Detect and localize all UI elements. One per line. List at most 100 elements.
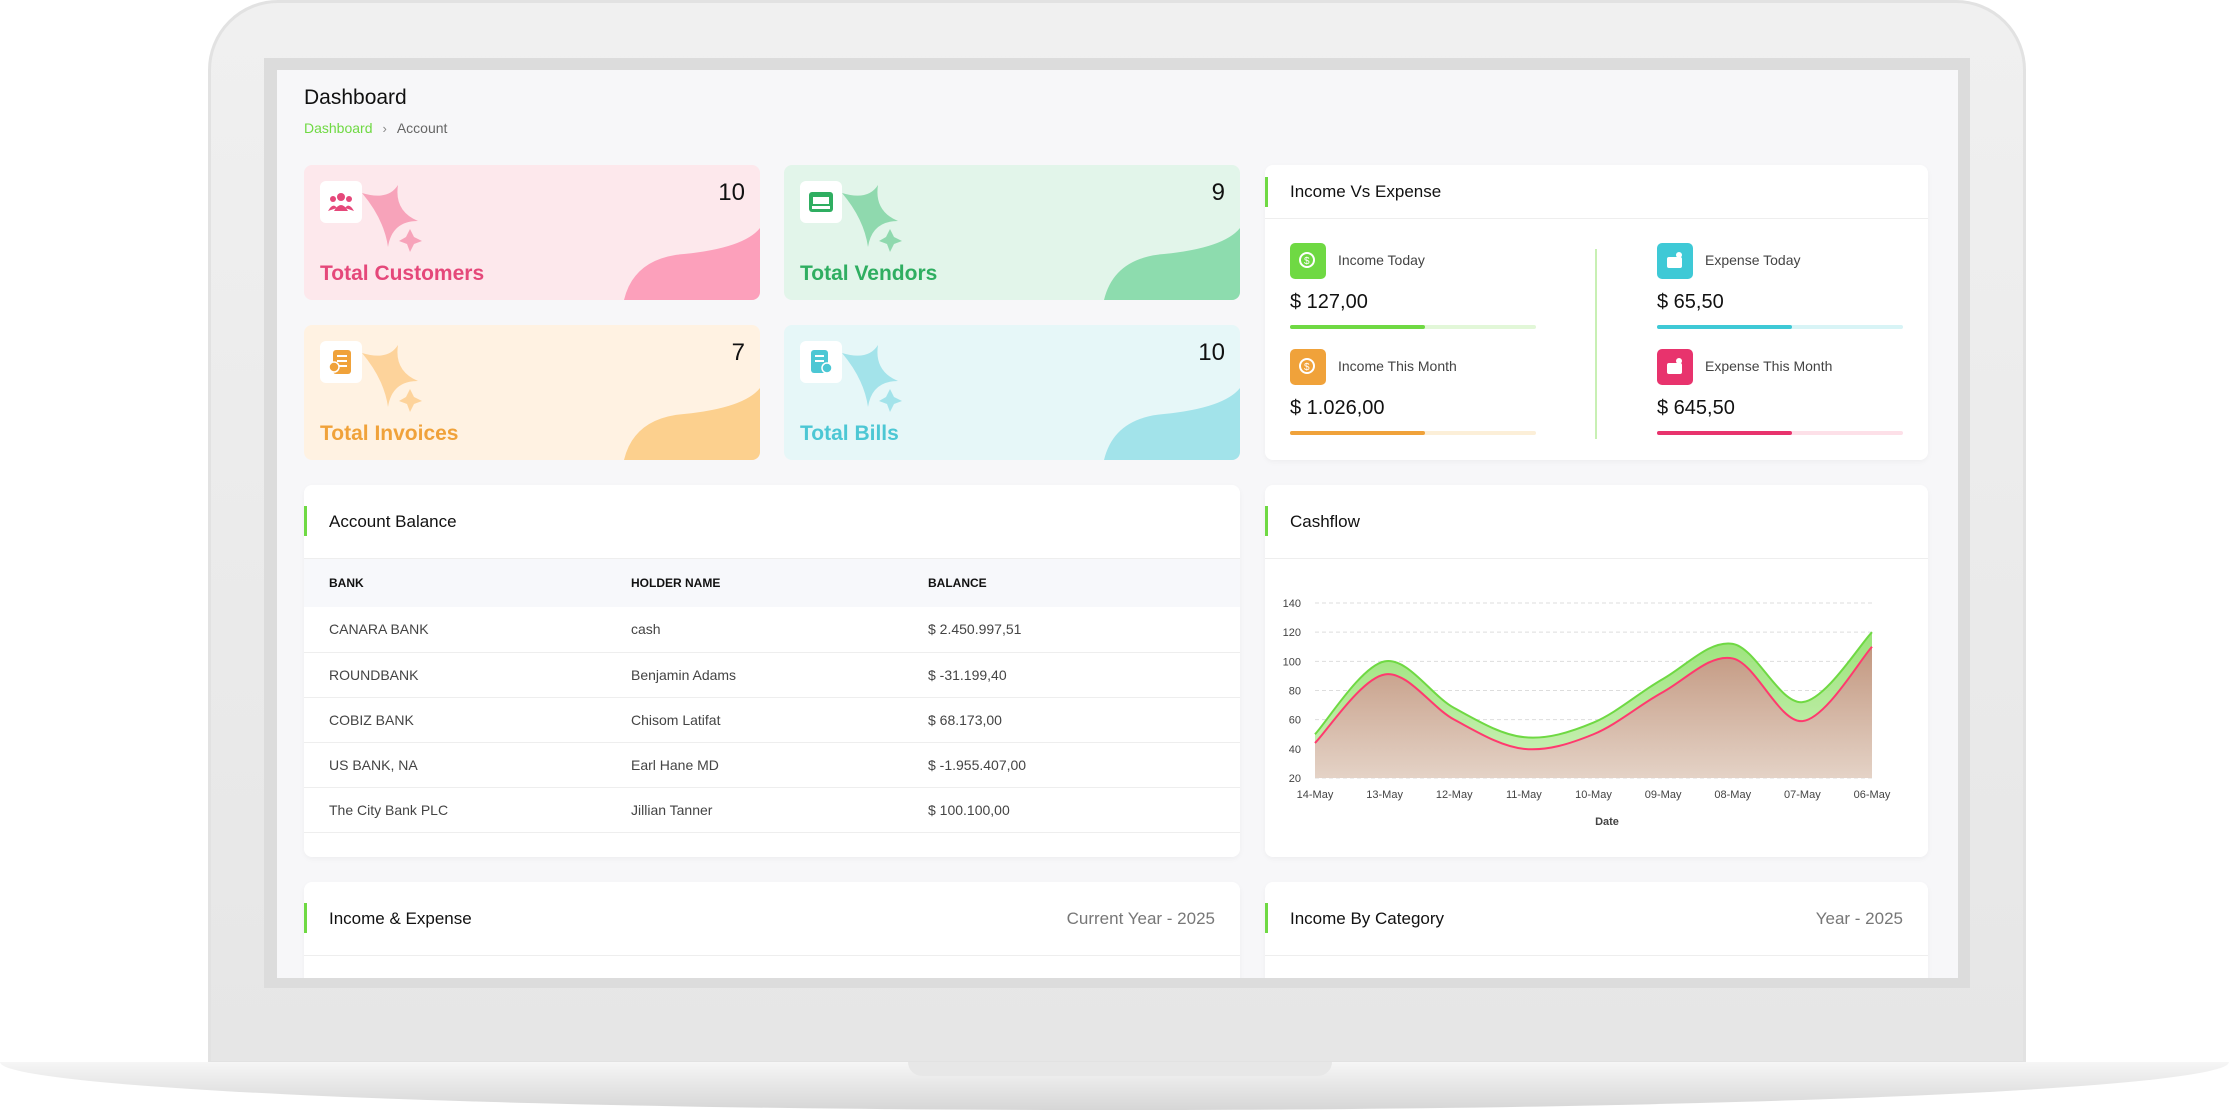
dashboard-screen: Dashboard Dashboard › Account 10 Total C… [277,70,1958,978]
sparkle-decoration [362,345,422,412]
table-header-row: BANK HOLDER NAME BALANCE [304,559,1240,607]
metric-label: Income Today [1338,252,1425,268]
x-tick-label: 12-May [1436,789,1473,801]
breadcrumb-current: Account [396,120,448,136]
users-icon [320,181,362,223]
bill-icon [800,341,842,383]
x-tick-label: 09-May [1645,789,1682,801]
stat-card-invoices[interactable]: 7 Total Invoices [304,325,760,460]
wallet-icon [1657,243,1693,279]
expense-this-month: Expense This Month $ 645,50 [1657,349,1903,435]
account-balance-table: BANK HOLDER NAME BALANCE CANARA BANK cas… [304,559,1240,833]
table-row[interactable]: US BANK, NA Earl Hane MD $ -1.955.407,00 [304,742,1240,788]
cell-bank: CANARA BANK [304,607,631,653]
cell-bank: COBIZ BANK [304,697,631,743]
account-balance-card: Account Balance BANK HOLDER NAME BALANCE… [304,485,1240,857]
breadcrumb-home-link[interactable]: Dashboard [304,120,373,136]
cell-holder: Benjamin Adams [631,652,928,698]
metric-amount: $ 645,50 [1657,397,1735,419]
stat-value: 10 [1198,339,1225,366]
stat-label: Total Invoices [320,422,459,445]
stat-label: Total Bills [800,422,899,445]
metric-amount: $ 127,00 [1290,291,1368,313]
sparkle-decoration [842,185,902,252]
cashflow-chart: 20 40 60 80 100 120 140 14-May 13-May 12-May 11-M… [1283,598,1891,828]
cell-balance: $ -31.199,40 [928,652,1240,698]
stat-value: 9 [1211,179,1225,206]
y-tick-label: 60 [1289,715,1301,727]
progress-fill [1290,431,1426,435]
cell-bank: US BANK, NA [304,742,631,788]
x-tick-label: 13-May [1366,789,1403,801]
income-today: $ Income Today $ 127,00 [1290,243,1536,329]
table-row[interactable]: CANARA BANK cash $ 2.450.997,51 [304,607,1240,653]
progress-fill [1290,325,1426,329]
breadcrumb: Dashboard › Account [304,120,447,136]
income-expense-card: Income & Expense Current Year - 2025 [304,882,1240,978]
x-tick-label: 07-May [1784,789,1821,801]
chevron-right-icon: › [382,120,387,136]
y-tick-label: 80 [1289,686,1301,698]
stat-value: 10 [718,179,745,206]
metric-label: Income This Month [1338,358,1457,374]
metric-amount: $ 65,50 [1657,291,1724,313]
y-tick-label: 140 [1283,598,1301,610]
cell-holder: Chisom Latifat [631,697,928,743]
income-vs-expense-card: Income Vs Expense $ Income Today $ 127,0… [1265,165,1928,460]
cell-bank: ROUNDBANK [304,652,631,698]
cashflow-card: Cashflow 20 40 60 80 100 120 140 14-May 13-May 1… [1265,485,1928,857]
x-tick-label: 06-May [1854,789,1891,801]
cell-balance: $ 68.173,00 [928,697,1240,743]
wallet-icon [1657,349,1693,385]
stat-value: 7 [731,339,745,366]
x-tick-label: 11-May [1506,789,1542,801]
wave-decoration [1104,228,1240,300]
store-icon [800,181,842,223]
laptop-base-notch [908,1062,1332,1076]
card-title: Cashflow [1290,512,1360,531]
wave-decoration [624,228,760,300]
expense-today: Expense Today $ 65,50 [1657,243,1903,329]
income-icon: $ [1290,349,1326,385]
metric-label: Expense Today [1705,252,1801,268]
card-title: Income By Category [1290,909,1445,928]
income-this-month: $ Income This Month $ 1.026,00 [1290,349,1536,435]
progress-track [1290,325,1536,329]
card-title: Account Balance [329,512,457,531]
progress-track [1657,325,1903,329]
x-axis-title: Date [1595,816,1619,828]
x-tick-label: 14-May [1297,789,1334,801]
card-title: Income & Expense [329,909,472,928]
progress-fill [1657,431,1793,435]
column-header[interactable]: BANK [304,559,631,607]
invoice-icon [320,341,362,383]
y-tick-label: 100 [1283,656,1301,668]
x-tick-label: 08-May [1714,789,1751,801]
stat-card-vendors[interactable]: 9 Total Vendors [784,165,1240,300]
x-tick-label: 10-May [1575,789,1612,801]
progress-track [1657,431,1903,435]
y-tick-label: 20 [1289,773,1301,785]
stat-card-customers[interactable]: 10 Total Customers [304,165,760,300]
cell-holder: Earl Hane MD [631,742,928,788]
cell-holder: Jillian Tanner [631,787,928,833]
y-tick-label: 120 [1283,627,1301,639]
progress-track [1290,431,1536,435]
y-tick-label: 40 [1289,744,1301,756]
card-title: Income Vs Expense [1290,182,1442,201]
svg-text:$: $ [1304,362,1310,373]
column-header[interactable]: BALANCE [928,559,1240,607]
table-row[interactable]: The City Bank PLC Jillian Tanner $ 100.1… [304,787,1240,833]
wave-decoration [624,388,760,460]
stat-card-bills[interactable]: 10 Total Bills [784,325,1240,460]
wave-decoration [1104,388,1240,460]
period-label: Current Year - 2025 [1066,909,1215,928]
column-header[interactable]: HOLDER NAME [631,559,928,607]
sparkle-decoration [362,185,422,252]
page-title: Dashboard [304,86,407,109]
cell-holder: cash [631,607,928,653]
table-row[interactable]: COBIZ BANK Chisom Latifat $ 68.173,00 [304,697,1240,743]
table-row[interactable]: ROUNDBANK Benjamin Adams $ -31.199,40 [304,652,1240,698]
progress-fill [1657,325,1793,329]
cell-balance: $ -1.955.407,00 [928,742,1240,788]
